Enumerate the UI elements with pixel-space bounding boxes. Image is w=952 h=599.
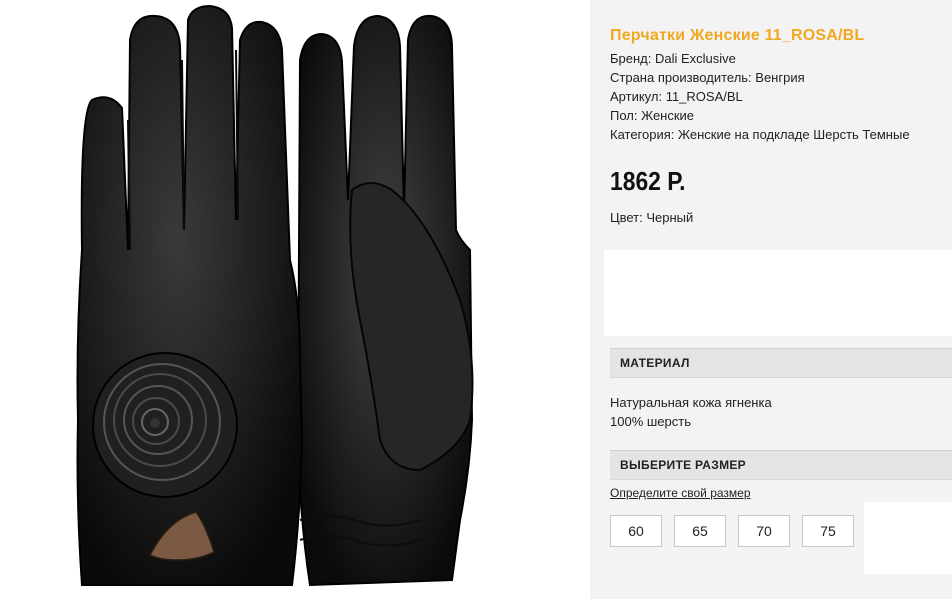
size-button-75[interactable]: 75 bbox=[802, 515, 854, 547]
category-attribute: Категория: Женские на подкладе Шерсть Те… bbox=[610, 127, 910, 142]
size-button-65[interactable]: 65 bbox=[674, 515, 726, 547]
product-color: Цвет: Черный bbox=[610, 210, 694, 225]
brand-attribute: Бренд: Dali Exclusive bbox=[610, 51, 736, 66]
rose-decoration bbox=[92, 352, 238, 498]
country-attribute: Страна производитель: Венгрия bbox=[610, 70, 805, 85]
size-section-header: ВЫБЕРИТЕ РАЗМЕР bbox=[610, 450, 952, 480]
material-line-2: 100% шерсть bbox=[610, 414, 691, 429]
size-button-70[interactable]: 70 bbox=[738, 515, 790, 547]
size-button-60[interactable]: 60 bbox=[610, 515, 662, 547]
blank-panel bbox=[604, 250, 952, 336]
product-price: 1862 Р. bbox=[610, 166, 686, 196]
material-line-1: Натуральная кожа ягненка bbox=[610, 395, 772, 410]
product-image[interactable] bbox=[0, 0, 590, 599]
gloves-illustration bbox=[76, 4, 474, 587]
blank-panel-small bbox=[864, 502, 952, 574]
size-guide-link[interactable]: Определите свой размер bbox=[610, 486, 751, 500]
size-header-label: ВЫБЕРИТЕ РАЗМЕР bbox=[620, 458, 746, 472]
product-title: Перчатки Женские 11_ROSA/BL bbox=[610, 27, 865, 44]
sku-attribute: Артикул: 11_ROSA/BL bbox=[610, 89, 743, 104]
material-header-label: МАТЕРИАЛ bbox=[620, 356, 690, 370]
gender-attribute: Пол: Женские bbox=[610, 108, 695, 123]
material-section-header: МАТЕРИАЛ bbox=[610, 348, 952, 378]
